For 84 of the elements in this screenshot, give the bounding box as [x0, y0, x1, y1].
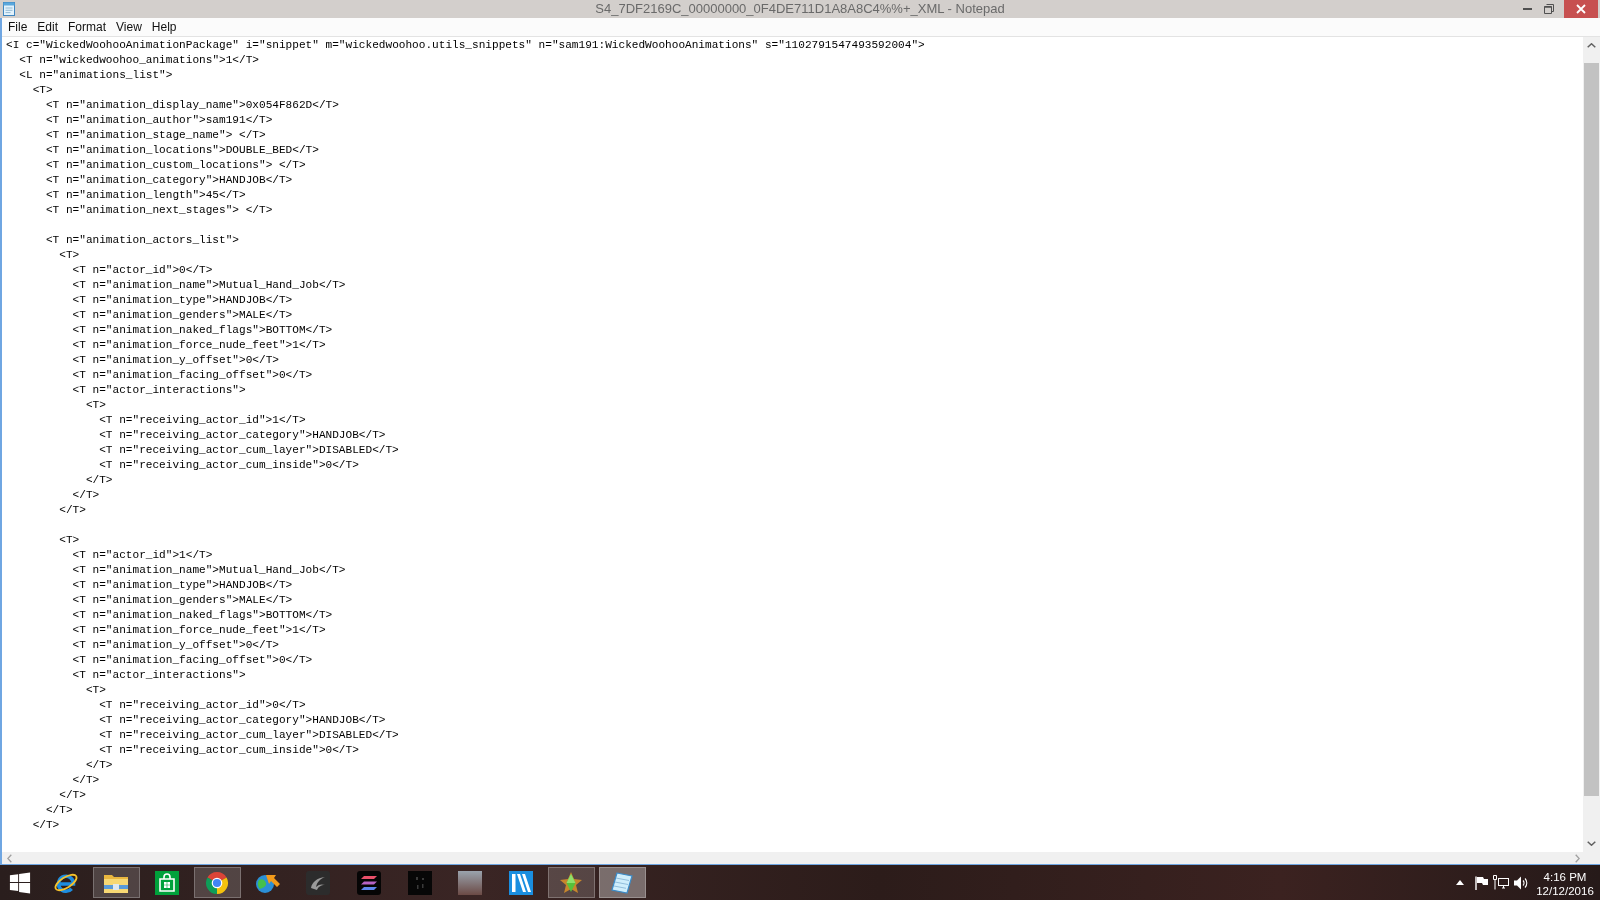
code-line: <T n="animation_y_offset">0</T> [72, 353, 279, 368]
code-line: <T> [85, 398, 106, 413]
code-line: <T n="animation_naked_flags">BOTTOM</T> [72, 608, 333, 623]
code-line: <T n="animation_category">HANDJOB</T> [45, 173, 293, 188]
restore-icon [1544, 4, 1554, 14]
menu-item[interactable]: View [111, 18, 147, 36]
code-line: </T> [45, 803, 73, 818]
close-icon [1576, 4, 1586, 14]
code-line: </T> [85, 473, 113, 488]
code-line: <T> [59, 248, 80, 263]
taskbar-button[interactable] [92, 867, 140, 898]
code-line: <T n="animation_display_name">0x054F862D</T> [45, 98, 339, 113]
scrollbar-thumb[interactable] [1584, 63, 1599, 796]
code-line: <T n="receiving_actor_id">0</T> [99, 698, 306, 713]
code-line: <T n="animation_facing_offset">0</T> [72, 653, 313, 668]
speaker-icon[interactable] [1514, 875, 1529, 890]
code-line: <T n="receiving_actor_cum_inside">0</T> [99, 743, 359, 758]
menu-item[interactable]: File [3, 18, 33, 36]
code-line: <L n="animations_list"> [19, 68, 173, 83]
code-line: <T> [59, 533, 80, 548]
code-line: </T> [59, 788, 86, 803]
code-line: <T n="animation_naked_flags">BOTTOM</T> [72, 323, 333, 338]
code-line: <I c="WickedWoohooAnimationPackage" i="snippet" m="wickedwoohoo.utils_snippets" n="sam191:WickedWoohooAnimations" s="1102791547493592004"> [6, 38, 925, 53]
taskbar-button[interactable] [598, 867, 646, 898]
flag-icon[interactable] [1475, 875, 1488, 890]
code-line: <T n="animation_stage_name"> </T> [45, 128, 266, 143]
code-line: <T n="receiving_actor_id">1</T> [99, 413, 306, 428]
menu-item[interactable]: Help [146, 18, 182, 36]
code-line: <T n="animation_locations">DOUBLE_BED</T> [45, 143, 319, 158]
code-line: </T> [32, 818, 60, 833]
code-line: <T n="receiving_actor_cum_inside">0</T> [99, 458, 359, 473]
code-line: </T> [72, 773, 100, 788]
code-line: <T n="animation_actors_list"> [45, 233, 239, 248]
caret-up-icon[interactable] [1456, 880, 1464, 885]
code-line: </T> [72, 488, 100, 503]
windows-logo-icon [9, 871, 31, 894]
menu-item[interactable]: Edit [32, 18, 64, 36]
clock-date: 12/12/2016 [1536, 883, 1594, 898]
code-line: <T n="actor_interactions"> [72, 668, 246, 683]
code-line: </T> [85, 758, 113, 773]
code-line: <T n="receiving_actor_cum_layer">DISABLED</T> [99, 728, 399, 743]
code-line: <T n="animation_genders">MALE</T> [72, 593, 293, 608]
code-line: <T n="animation_facing_offset">0</T> [72, 368, 313, 383]
code-line: <T n="receiving_actor_category">HANDJOB</T> [99, 713, 386, 728]
minimize-icon [1522, 8, 1532, 10]
code-line: <T n="animation_genders">MALE</T> [72, 308, 293, 323]
code-line: <T n="animation_type">HANDJOB</T> [72, 293, 293, 308]
window-title: S4_7DF2169C_00000000_0F4DE711D1A8A8C4%%+_XML - Notepad [595, 1, 1005, 17]
diamond-icon [559, 870, 584, 895]
code-line: <T n="animation_force_nude_feet">1</T> [72, 338, 326, 353]
swirl-logo-icon [306, 870, 331, 895]
code-line: <T n="actor_id">0</T> [72, 263, 213, 278]
shopping-bag-icon [154, 870, 179, 895]
code-line: <T n="wickedwoohoo_animations">1</T> [19, 53, 259, 68]
stripes-icon [357, 870, 382, 895]
notepad-icon[interactable] [3, 2, 15, 16]
code-line: <T n="actor_id">1</T> [72, 548, 213, 563]
diagonal-stripes-icon [508, 870, 533, 895]
code-line: <T n="actor_interactions"> [72, 383, 246, 398]
code-line: <T n="animation_force_nude_feet">1</T> [72, 623, 326, 638]
clock-time: 4:16 PM [1543, 869, 1587, 884]
menu-item[interactable]: Format [63, 18, 112, 36]
taskbar-button[interactable] [193, 867, 241, 898]
taskbar-button[interactable] [547, 867, 595, 898]
vertical-scrollbar[interactable] [1583, 37, 1600, 852]
code-line: <T n="animation_type">HANDJOB</T> [72, 578, 293, 593]
picture-icon [458, 870, 483, 895]
code-line: <T n="animation_author">sam191</T> [45, 113, 273, 128]
code-line: <T n="animation_length">45</T> [45, 188, 246, 203]
code-line: <T n="animation_name">Mutual_Hand_Job</T> [72, 278, 346, 293]
code-line: <T n="animation_custom_locations"> </T> [45, 158, 306, 173]
code-line: <T n="animation_y_offset">0</T> [72, 638, 279, 653]
code-line: <T> [32, 83, 53, 98]
code-line: <T n="animation_next_stages"> </T> [45, 203, 273, 218]
dark-tile-icon [407, 870, 432, 895]
notepad-icon [610, 870, 635, 895]
round-logo-icon [205, 870, 230, 895]
network-icon[interactable] [1493, 875, 1509, 890]
code-line: <T> [85, 683, 106, 698]
code-line: <T n="animation_name">Mutual_Hand_Job</T> [72, 563, 346, 578]
code-line: <T n="receiving_actor_cum_layer">DISABLED</T> [99, 443, 399, 458]
code-line: </T> [59, 503, 86, 518]
close-button[interactable] [1564, 0, 1598, 18]
code-line: <T n="receiving_actor_category">HANDJOB</T> [99, 428, 386, 443]
